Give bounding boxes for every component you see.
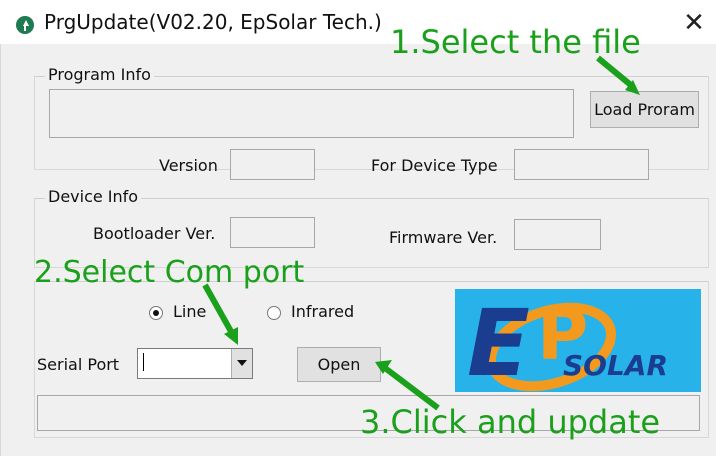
arrow-to-serial-port (202, 283, 236, 337)
annotation-arrows (202, 55, 640, 411)
arrow-to-load-button (596, 55, 634, 89)
app-window: PrgUpdate(V02.20, EpSolar Tech.) ✕ Progr… (0, 0, 716, 456)
arrow-to-open-button (383, 365, 440, 411)
